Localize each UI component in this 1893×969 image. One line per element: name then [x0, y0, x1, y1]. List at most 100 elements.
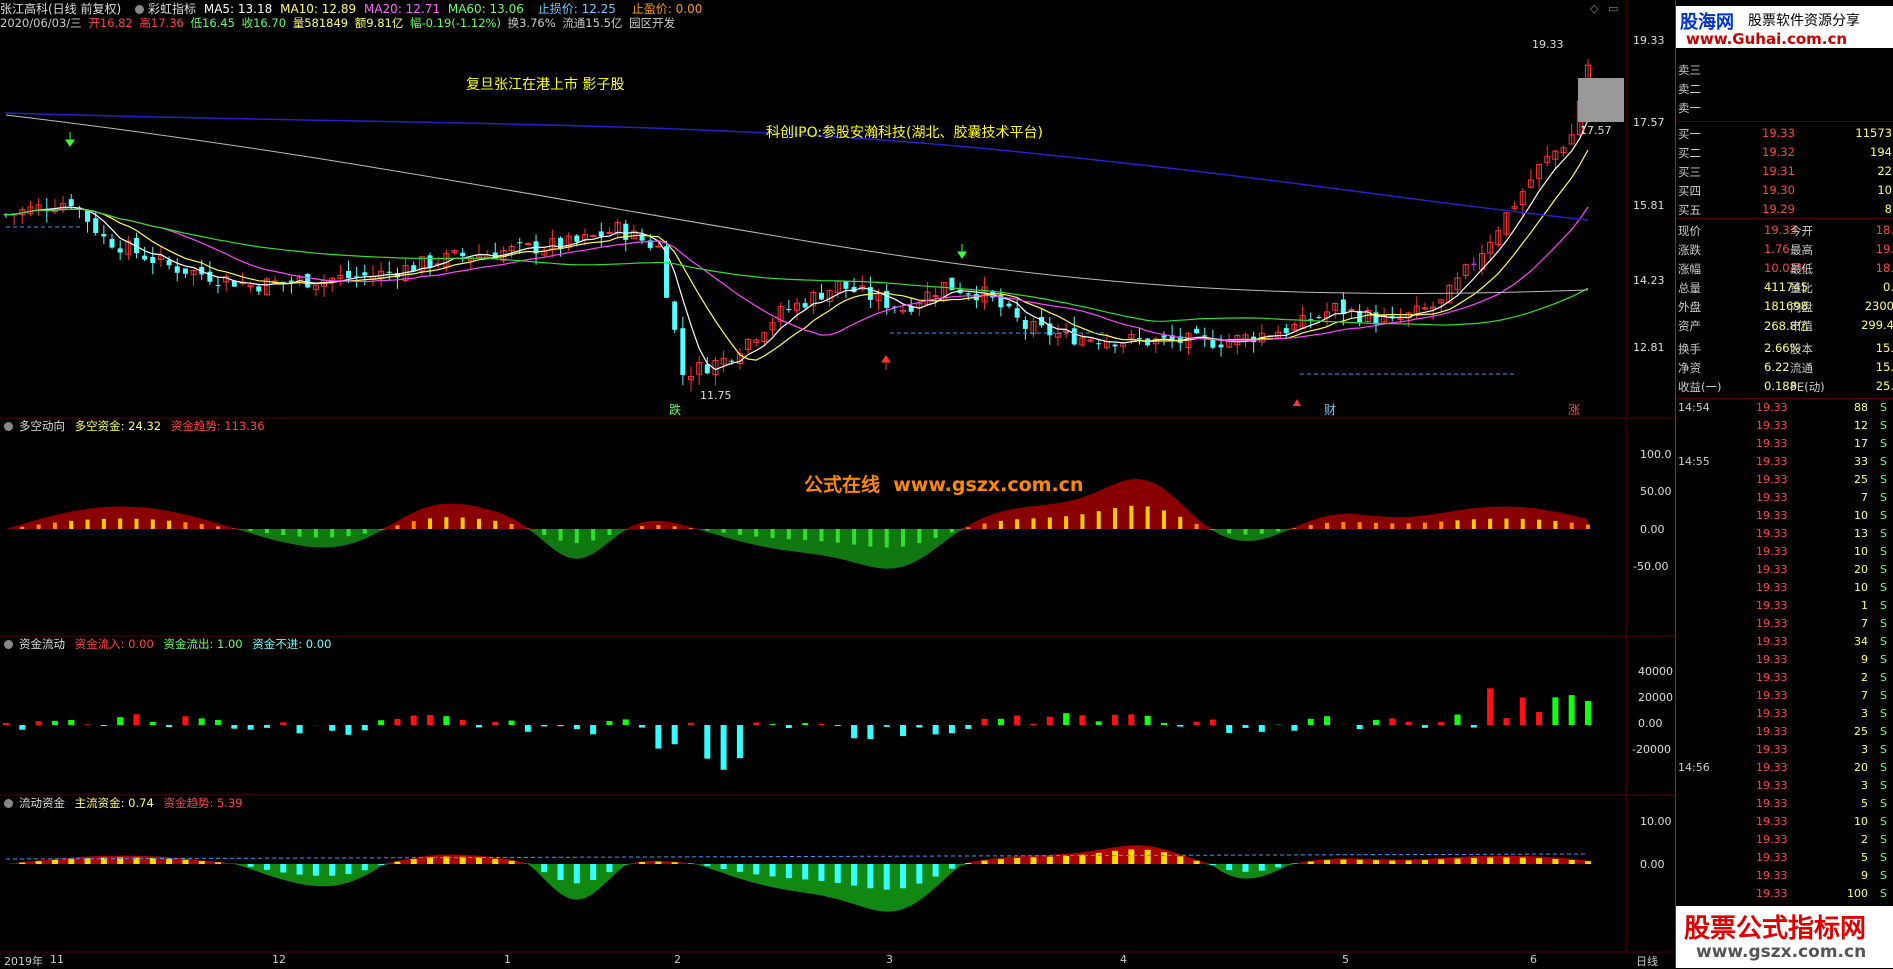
panel1-title[interactable]: 多空动向 — [19, 419, 65, 433]
tick-price: 19.33 — [1756, 581, 1788, 594]
panel3-bar — [1438, 859, 1444, 864]
panel2-bar — [509, 721, 515, 725]
tick-side: S — [1880, 401, 1887, 414]
panel2-bar — [378, 720, 384, 725]
panel1-bar — [722, 529, 726, 533]
panel1-bar — [836, 529, 840, 543]
panel1-toggle-icon[interactable] — [4, 422, 13, 431]
panel2-toggle-icon[interactable] — [4, 640, 13, 649]
panel1-bar — [1570, 523, 1574, 529]
candle-body — [729, 361, 734, 362]
panel3-header: 流动资金 主流资金: 0.74 资金趋势: 5.39 — [4, 795, 249, 811]
tick-row: 19.3310S — [1676, 580, 1893, 598]
panel1-bar — [200, 524, 204, 529]
tick-price: 19.33 — [1756, 815, 1788, 828]
tick-volume: 9 — [1828, 653, 1868, 666]
panel1-bar — [1374, 523, 1378, 529]
tick-side: S — [1880, 527, 1887, 540]
tick-price: 19.33 — [1756, 437, 1788, 450]
panel1-bar — [575, 529, 579, 543]
panel3-bar — [1308, 862, 1314, 864]
tick-side: S — [1880, 743, 1887, 756]
panel2-bar — [704, 725, 710, 759]
panel3-area-negative — [6, 864, 1588, 912]
tick-side: S — [1880, 653, 1887, 666]
panel2-bar — [117, 717, 123, 725]
panel3-bar — [19, 863, 25, 864]
quote-key: 现价 — [1678, 223, 1701, 239]
candle-body — [517, 242, 522, 243]
panel2-bar — [737, 725, 743, 758]
brand-top-tag: 股票软件资源分享 — [1748, 10, 1860, 30]
panel3-bar — [280, 864, 286, 872]
candle-body — [1023, 320, 1028, 329]
panel3-bar — [1324, 860, 1330, 864]
tick-price: 19.33 — [1756, 635, 1788, 648]
panel2-bar — [606, 721, 612, 725]
quote-key: 总量 — [1678, 280, 1701, 296]
quote-row: 收益(一)0.188PE(动)25. — [1676, 378, 1893, 396]
candle-body — [1210, 339, 1215, 348]
tick-volume: 100 — [1828, 887, 1868, 900]
quote-key2: 股本 — [1790, 341, 1813, 357]
tick-side: S — [1880, 815, 1887, 828]
candle-body — [1072, 328, 1077, 344]
brand-bottom-name: 股票公式指标网 — [1684, 908, 1866, 945]
quote-row: 涨幅10.02%最低18. — [1676, 260, 1893, 278]
candle-body — [232, 281, 237, 287]
quote-row: 涨跌1.76最高19. — [1676, 241, 1893, 259]
quote-value2: 18. — [1876, 223, 1893, 237]
panel1-bar — [1553, 521, 1557, 529]
quote-key: 净资 — [1678, 360, 1701, 376]
panel3-bar — [541, 864, 547, 872]
panel2-bar — [52, 721, 58, 725]
quote-value2: 19. — [1876, 242, 1893, 256]
panel1-axis-m50: -50.00 — [1633, 560, 1668, 573]
candle-body — [1471, 264, 1476, 265]
candle-body — [803, 303, 808, 307]
panel1-bar — [1031, 518, 1035, 529]
panel2-bar — [688, 723, 694, 725]
xaxis-4: 4 — [1120, 953, 1127, 966]
panel2-bar — [802, 723, 808, 725]
candle-body — [1284, 328, 1289, 333]
tick-volume: 5 — [1828, 851, 1868, 864]
highlight-box — [1578, 78, 1624, 122]
panel3-bar — [867, 864, 873, 888]
panel3-bar — [1096, 853, 1102, 864]
panel1-bar — [885, 529, 889, 548]
panel3-bar — [182, 860, 188, 864]
panel2-bar — [1226, 725, 1232, 733]
panel3-toggle-icon[interactable] — [4, 799, 13, 808]
panel1-bar — [1162, 510, 1166, 529]
tick-price: 19.33 — [1756, 725, 1788, 738]
candle-body — [305, 274, 310, 287]
panel2-bar — [297, 725, 303, 733]
arrow-up-icon — [882, 356, 890, 370]
quote-key: 资产 — [1678, 318, 1701, 334]
panel3-title[interactable]: 流动资金 — [19, 796, 65, 810]
panel1-bar — [1423, 523, 1427, 529]
tick-volume: 9 — [1828, 869, 1868, 882]
candle-body — [591, 235, 596, 236]
buy-price: 19.32 — [1762, 145, 1795, 159]
panel3-bar — [1455, 859, 1461, 864]
panel2-title[interactable]: 资金流动 — [19, 637, 65, 651]
tick-row: 19.337S — [1676, 616, 1893, 634]
tick-row: 19.335S — [1676, 796, 1893, 814]
buy-label: 买二 — [1678, 145, 1701, 161]
buy-volume: 8 — [1885, 202, 1892, 216]
price-axis-19: 19.33 — [1633, 34, 1665, 47]
xaxis-period[interactable]: 日线 — [1636, 953, 1658, 969]
panel1-bar — [444, 517, 448, 529]
quote-value2: 299.4 — [1861, 318, 1893, 332]
panel1-bar — [950, 529, 954, 532]
panel1-bar — [281, 529, 285, 535]
panel1-bar — [1521, 519, 1525, 529]
panel2-bar — [1503, 718, 1509, 725]
candle-body — [1096, 343, 1101, 344]
ticks-divider — [1676, 398, 1893, 399]
quote-key: 涨幅 — [1678, 261, 1701, 277]
panel2-bar — [786, 725, 792, 728]
panel3-bar — [835, 864, 841, 883]
